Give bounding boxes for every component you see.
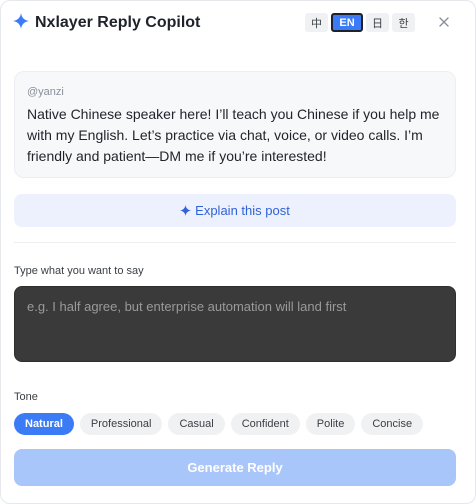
tone-chip-polite[interactable]: Polite bbox=[305, 413, 356, 435]
sparkle-star-icon bbox=[13, 13, 29, 29]
close-icon[interactable] bbox=[436, 14, 452, 30]
lang-button-zh[interactable]: 中 bbox=[305, 13, 328, 32]
lang-button-ja[interactable]: 日 bbox=[366, 13, 389, 32]
reply-input-label: Type what you want to say bbox=[14, 265, 144, 277]
post-author-handle: @yanzi bbox=[27, 86, 64, 98]
tone-chip-concise[interactable]: Concise bbox=[361, 413, 424, 435]
header: Nxlayer Reply Copilot 中 EN 日 한 bbox=[1, 1, 475, 45]
post-card: @yanzi Native Chinese speaker here! I’ll… bbox=[14, 71, 456, 178]
tone-chip-casual[interactable]: Casual bbox=[168, 413, 225, 435]
tone-chip-natural[interactable]: Natural bbox=[14, 413, 74, 435]
explain-post-label: Explain this post bbox=[195, 203, 290, 218]
divider bbox=[14, 242, 456, 243]
reply-copilot-panel: Nxlayer Reply Copilot 中 EN 日 한 @yanzi Na… bbox=[0, 0, 476, 504]
tone-chip-confident[interactable]: Confident bbox=[230, 413, 300, 435]
lang-button-ko[interactable]: 한 bbox=[392, 13, 415, 32]
explain-post-button[interactable]: Explain this post bbox=[14, 194, 456, 227]
tone-chip-professional[interactable]: Professional bbox=[79, 413, 163, 435]
tone-options: Natural Professional Casual Confident Po… bbox=[14, 413, 424, 435]
generate-reply-button[interactable]: Generate Reply bbox=[14, 449, 456, 486]
lang-button-en[interactable]: EN bbox=[331, 13, 363, 32]
app-title: Nxlayer Reply Copilot bbox=[35, 14, 201, 31]
post-text: Native Chinese speaker here! I’ll teach … bbox=[27, 106, 440, 164]
language-switcher: 中 EN 日 한 bbox=[305, 13, 415, 32]
tone-label: Tone bbox=[14, 391, 38, 403]
sparkle-star-icon bbox=[180, 205, 192, 216]
reply-input[interactable] bbox=[14, 286, 456, 362]
